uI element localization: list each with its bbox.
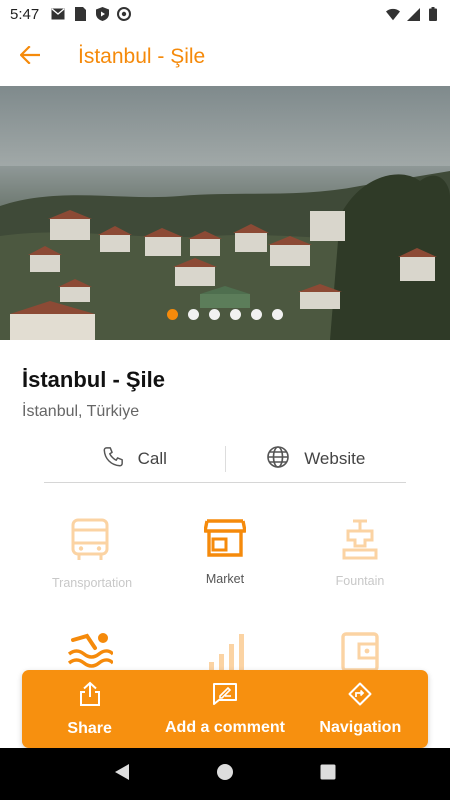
status-time: 5:47 — [10, 5, 40, 23]
place-location: İstanbul, Türkiye — [22, 403, 140, 420]
bottom-action-bar: Share Add a comment Navigation — [22, 670, 428, 748]
directions-icon — [348, 682, 372, 711]
amenity-label: Fountain — [335, 574, 385, 588]
comment-edit-icon — [212, 682, 238, 711]
app-bar: İstanbul - Şile — [0, 28, 450, 86]
mail-icon — [51, 7, 65, 21]
circle-home-icon — [216, 763, 234, 786]
share-button[interactable]: Share — [22, 670, 157, 748]
amenity-transportation[interactable]: Transportation — [22, 518, 158, 591]
signal-icon — [406, 7, 420, 21]
play-protect-icon — [95, 7, 109, 21]
nav-back-button[interactable] — [110, 762, 134, 786]
page-title: İstanbul - Şile — [78, 45, 206, 68]
back-button[interactable] — [0, 28, 60, 86]
storefront-icon — [203, 519, 247, 562]
share-icon — [79, 681, 101, 712]
carousel-dot[interactable] — [272, 309, 283, 320]
carousel-dot[interactable] — [188, 309, 199, 320]
call-label: Call — [137, 449, 167, 468]
carousel-dot[interactable] — [230, 309, 241, 320]
amenity-market[interactable]: Market — [157, 518, 293, 587]
nav-home-button[interactable] — [213, 762, 237, 786]
carousel-dot[interactable] — [209, 309, 220, 320]
call-button[interactable]: Call — [44, 443, 225, 475]
battery-icon — [426, 7, 440, 21]
contact-actions: Call Website — [44, 443, 406, 483]
carousel-dot[interactable] — [251, 309, 262, 320]
nav-recents-button[interactable] — [316, 762, 340, 786]
add-comment-button[interactable]: Add a comment — [157, 670, 292, 748]
globe-icon — [266, 445, 290, 474]
add-comment-label: Add a comment — [164, 718, 285, 736]
at-sign-icon — [117, 7, 132, 21]
status-bar: 5:47 — [0, 0, 450, 28]
navigation-button[interactable]: Navigation — [293, 670, 428, 748]
amenity-label: Transportation — [52, 576, 133, 590]
system-navigation-bar — [0, 748, 450, 800]
triangle-back-icon — [114, 763, 130, 786]
carousel-dot[interactable] — [167, 309, 178, 320]
hero-photo — [0, 86, 450, 340]
website-label: Website — [304, 449, 366, 468]
amenity-fountain[interactable]: Fountain — [292, 518, 428, 589]
square-recents-icon — [320, 764, 336, 785]
sim-card-icon — [73, 7, 87, 21]
navigation-label: Navigation — [319, 718, 402, 736]
phone-icon — [102, 446, 124, 473]
share-label: Share — [67, 719, 112, 737]
bus-icon — [70, 518, 110, 566]
website-button[interactable]: Website — [226, 443, 407, 475]
arrow-left-icon — [19, 44, 41, 69]
carousel-indicator — [0, 309, 450, 320]
fountain-icon — [340, 519, 380, 564]
place-title: İstanbul - Şile — [22, 367, 166, 392]
hero-image-carousel[interactable] — [0, 86, 450, 340]
wifi-icon — [386, 7, 400, 21]
amenity-label: Market — [205, 572, 245, 586]
